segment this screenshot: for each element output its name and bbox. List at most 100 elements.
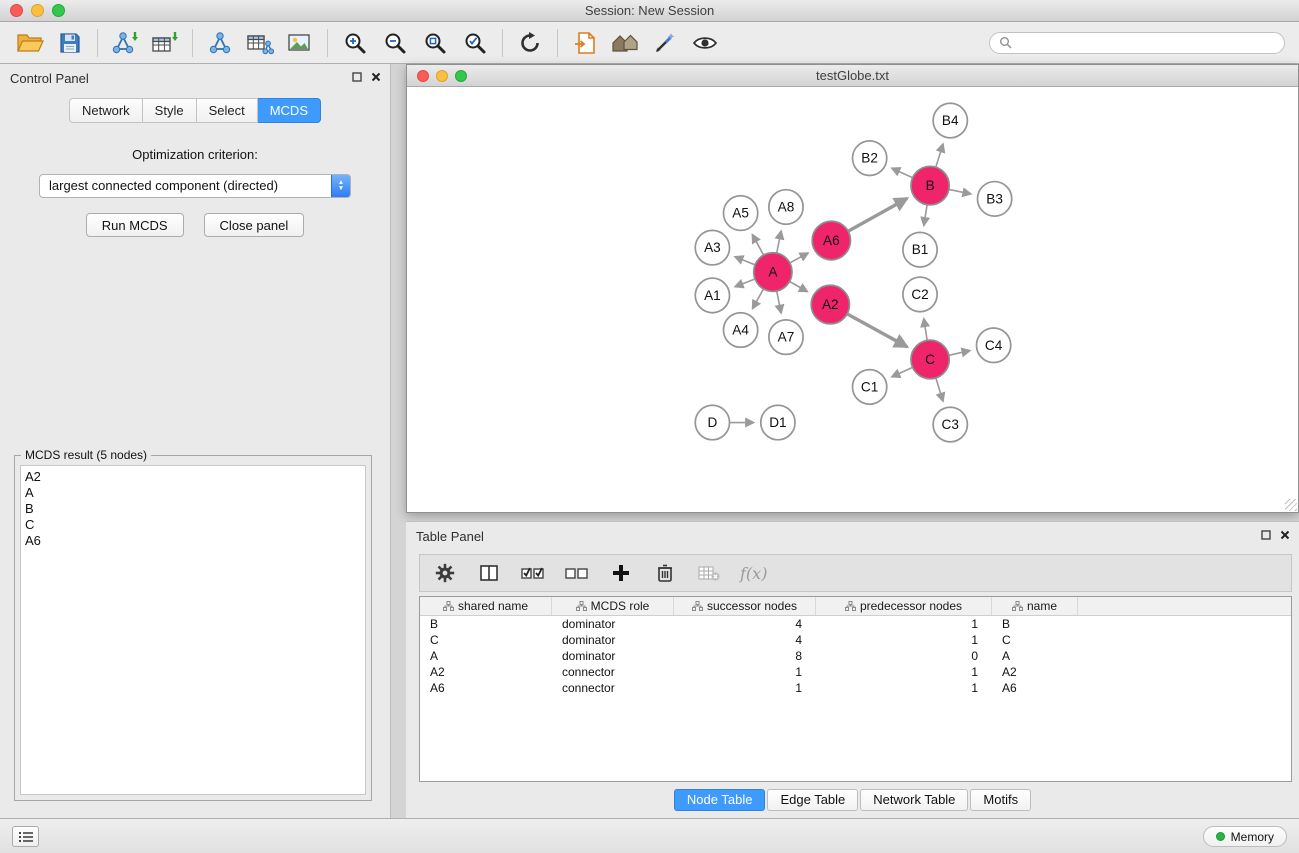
graph-edge-B-B3[interactable] (949, 189, 971, 194)
graph-edge-A-A7[interactable] (777, 291, 781, 313)
apply-layout-button[interactable] (510, 25, 550, 61)
graph-edge-A6-B[interactable] (848, 198, 907, 231)
dropdown-stepper-icon: ▲▼ (331, 174, 351, 198)
table-cell: A6 (992, 680, 1078, 696)
graph-edge-A-A5[interactable] (752, 234, 763, 255)
criterion-dropdown[interactable]: largest connected component (directed) ▲… (39, 174, 351, 198)
export-image-button[interactable] (280, 25, 320, 61)
task-history-button[interactable] (12, 826, 39, 847)
graph-edge-A-A4[interactable] (752, 289, 763, 309)
save-session-button[interactable] (50, 25, 90, 61)
table-row[interactable]: Adominator80A (420, 648, 1291, 664)
home-button[interactable] (605, 25, 645, 61)
close-panel-button[interactable]: Close panel (204, 213, 305, 237)
network-minimize-button[interactable] (436, 70, 448, 82)
export-table-button[interactable] (240, 25, 280, 61)
float-panel-icon[interactable] (352, 72, 362, 82)
network-window-titlebar[interactable]: testGlobe.txt (407, 65, 1298, 87)
style-wand-button[interactable] (645, 25, 685, 61)
graph-node-label: A1 (704, 288, 721, 303)
zoom-in-button[interactable] (335, 25, 375, 61)
graph-edge-B-B2[interactable] (892, 168, 913, 178)
tab-node-table[interactable]: Node Table (674, 789, 766, 811)
graph-edge-A2-C[interactable] (847, 314, 907, 347)
tab-edge-table[interactable]: Edge Table (767, 789, 858, 811)
graph-edge-C-C4[interactable] (949, 351, 970, 356)
tab-network-table[interactable]: Network Table (860, 789, 968, 811)
function-builder-button[interactable]: f(x) (740, 558, 767, 588)
delete-column-button[interactable] (652, 558, 678, 588)
run-mcds-button[interactable]: Run MCDS (86, 213, 184, 237)
graph-edge-A-A1[interactable] (735, 279, 755, 287)
new-network-button[interactable] (200, 25, 240, 61)
table-row[interactable]: Bdominator41B (420, 616, 1291, 632)
status-bar: Memory (0, 818, 1299, 853)
network-window-controls (417, 70, 467, 82)
minimize-window-button[interactable] (31, 4, 44, 17)
column-header-name[interactable]: name (992, 597, 1078, 615)
graph-edge-C-C3[interactable] (936, 378, 943, 401)
graph-edge-B-B1[interactable] (924, 205, 927, 226)
mcds-result-item[interactable]: A2 (21, 469, 365, 485)
delete-table-button[interactable] (696, 558, 722, 588)
close-window-button[interactable] (10, 4, 23, 17)
tab-style[interactable]: Style (143, 98, 197, 123)
criterion-dropdown-value: largest connected component (directed) (49, 178, 278, 193)
graph-edge-C-C1[interactable] (892, 367, 913, 377)
tab-select[interactable]: Select (197, 98, 258, 123)
select-all-button[interactable] (520, 558, 546, 588)
zoom-fit-button[interactable] (415, 25, 455, 61)
mcds-result-item[interactable]: A6 (21, 533, 365, 549)
mcds-result-item[interactable]: C (21, 517, 365, 533)
close-panel-icon[interactable] (1280, 530, 1290, 540)
close-panel-icon[interactable] (371, 72, 381, 82)
graph-edge-B-B4[interactable] (936, 144, 943, 167)
graph-edge-A-A8[interactable] (777, 231, 781, 253)
import-network-button[interactable] (105, 25, 145, 61)
mcds-result-list[interactable]: A2ABCA6 (20, 465, 366, 795)
memory-button[interactable]: Memory (1203, 826, 1287, 847)
graph-edge-A-A6[interactable] (790, 253, 808, 263)
open-session-button[interactable] (10, 25, 50, 61)
tab-motifs[interactable]: Motifs (970, 789, 1031, 811)
network-canvas[interactable]: B4B2BB3A5A8A6B1A3AC2A1A2A4A7C4CC1C3DD1 (407, 87, 1298, 512)
network-zoom-button[interactable] (455, 70, 467, 82)
zoom-out-button[interactable] (375, 25, 415, 61)
column-header-successor-nodes[interactable]: successor nodes (674, 597, 816, 615)
table-settings-button[interactable] (432, 558, 458, 588)
table-row[interactable]: A2connector11A2 (420, 664, 1291, 680)
column-header-predecessor-nodes[interactable]: predecessor nodes (816, 597, 992, 615)
table-body: Bdominator41BCdominator41CAdominator80AA… (420, 616, 1291, 696)
right-area: testGlobe.txt B4B2BB3A5A8A6B1A3AC2A1A2A4… (406, 64, 1299, 818)
table-row[interactable]: A6connector11A6 (420, 680, 1291, 696)
table-row[interactable]: Cdominator41C (420, 632, 1291, 648)
session-document-button[interactable] (565, 25, 605, 61)
zoom-window-button[interactable] (52, 4, 65, 17)
import-table-button[interactable] (145, 25, 185, 61)
tab-network[interactable]: Network (69, 98, 143, 123)
add-column-button[interactable] (608, 558, 634, 588)
show-details-button[interactable] (685, 25, 725, 61)
graph-node-label: B2 (861, 151, 878, 166)
network-graph[interactable]: B4B2BB3A5A8A6B1A3AC2A1A2A4A7C4CC1C3DD1 (407, 87, 1298, 512)
search-box[interactable] (989, 32, 1285, 54)
mcds-result-item[interactable]: A (21, 485, 365, 501)
graph-edge-A-A2[interactable] (790, 282, 808, 292)
tab-mcds[interactable]: MCDS (258, 98, 321, 123)
show-columns-button[interactable] (476, 558, 502, 588)
node-table: shared nameMCDS rolesuccessor nodesprede… (419, 596, 1292, 782)
mcds-result-item[interactable]: B (21, 501, 365, 517)
graph-edge-A-A3[interactable] (735, 257, 755, 265)
network-close-button[interactable] (417, 70, 429, 82)
search-input[interactable] (1018, 36, 1275, 50)
float-panel-icon[interactable] (1261, 530, 1271, 540)
main-toolbar (0, 22, 1299, 64)
gear-icon (434, 562, 456, 584)
zoom-selected-button[interactable] (455, 25, 495, 61)
column-header-shared-name[interactable]: shared name (420, 597, 552, 615)
table-cell: A2 (992, 664, 1078, 680)
resize-grip[interactable] (1285, 499, 1297, 511)
graph-edge-C-C2[interactable] (924, 319, 927, 341)
column-header-MCDS-role[interactable]: MCDS role (552, 597, 674, 615)
deselect-all-button[interactable] (564, 558, 590, 588)
